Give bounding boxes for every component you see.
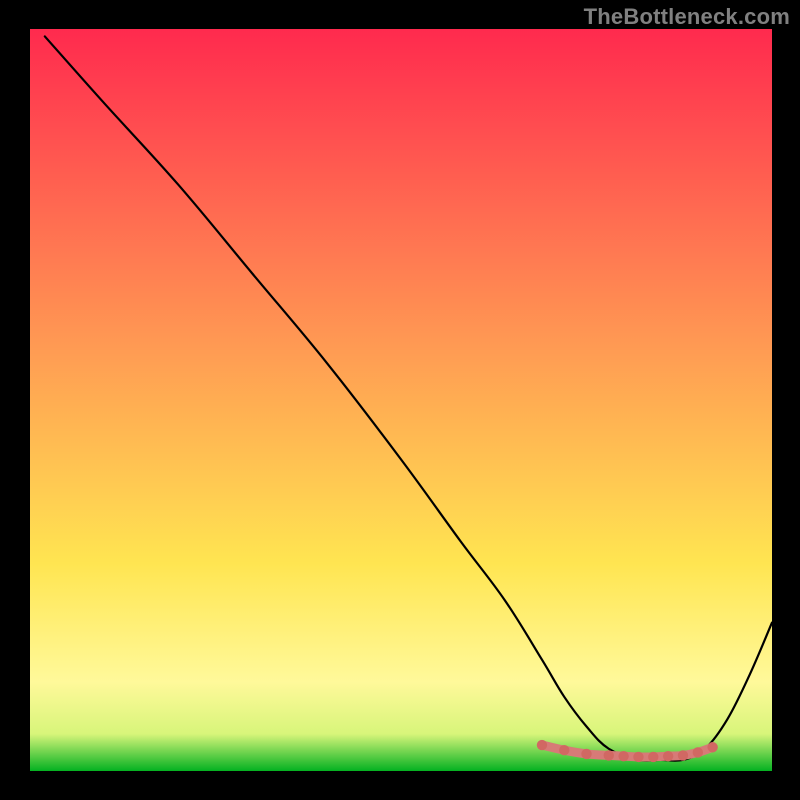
bottleneck-chart [0, 0, 800, 800]
optimum-dot [693, 747, 703, 757]
optimum-dot [559, 745, 569, 755]
optimum-dot [648, 752, 658, 762]
optimum-dot [633, 752, 643, 762]
gradient-background [30, 29, 772, 771]
watermark-text: TheBottleneck.com [584, 4, 790, 30]
optimum-dot [707, 742, 717, 752]
chart-frame: TheBottleneck.com [0, 0, 800, 800]
optimum-dot [618, 751, 628, 761]
optimum-dot [581, 749, 591, 759]
optimum-dot [663, 751, 673, 761]
optimum-dot [537, 740, 547, 750]
optimum-dot [678, 750, 688, 760]
optimum-dot [604, 750, 614, 760]
